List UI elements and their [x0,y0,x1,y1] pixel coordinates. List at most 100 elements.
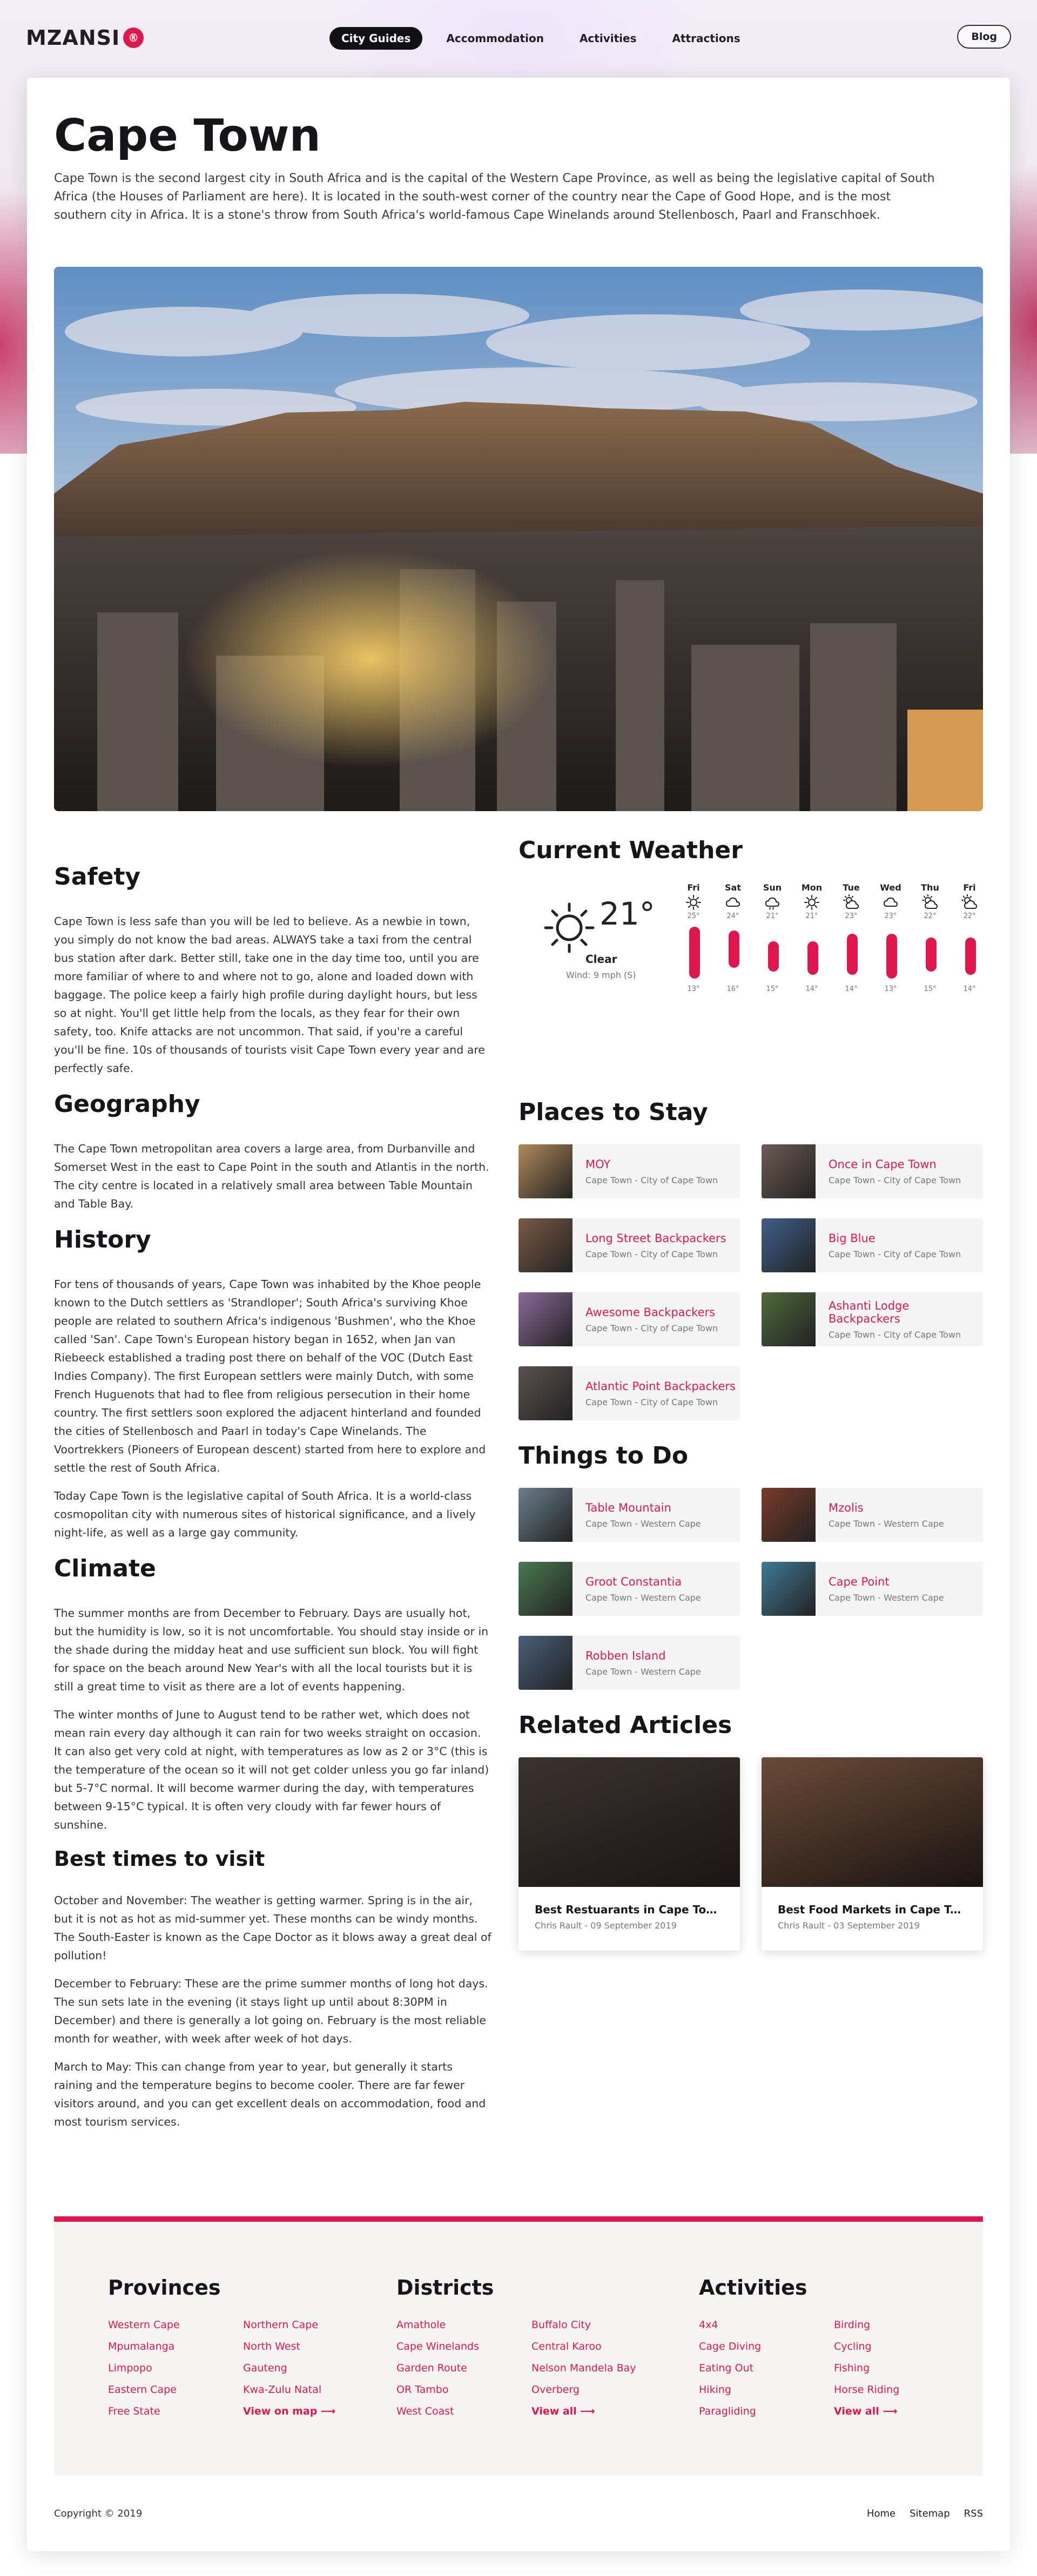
district-link[interactable]: Nelson Mandela Bay [531,2362,666,2374]
thing-to-do-item[interactable]: Robben Island Cape Town - Western Cape [518,1636,740,1690]
place-to-stay-location: Cape Town - City of Cape Town [585,1249,718,1259]
thing-to-do-name[interactable]: Table Mountain [585,1501,701,1514]
forecast-high: 23° [884,912,897,920]
activity-link[interactable]: Cycling [834,2341,969,2352]
place-to-stay-item[interactable]: Big Blue Cape Town - City of Cape Town [762,1218,983,1272]
thing-to-do-thumbnail [518,1636,573,1690]
thing-to-do-name[interactable]: Mzolis [829,1501,944,1514]
district-link[interactable]: View all ⟶ [531,2405,666,2417]
copyright: Copyright © 2019 [54,2508,143,2519]
place-to-stay-item[interactable]: Once in Cape Town Cape Town - City of Cap… [762,1144,983,1198]
thing-to-do-item[interactable]: Table Mountain Cape Town - Western Cape [518,1488,740,1542]
forecast-day: Thu 22° 15° [917,882,944,1012]
province-link[interactable]: Limpopo [108,2362,243,2374]
thing-to-do-item[interactable]: Mzolis Cape Town - Western Cape [762,1488,983,1542]
thing-to-do-thumbnail [762,1562,816,1616]
place-to-stay-name[interactable]: Atlantic Point Backpackers [585,1380,736,1393]
forecast-day-icon [798,893,825,912]
place-to-stay-name[interactable]: Long Street Backpackers [585,1232,726,1245]
activity-link[interactable]: Hiking [699,2384,834,2396]
thing-to-do-thumbnail [518,1562,573,1616]
province-link[interactable]: Western Cape [108,2319,243,2331]
place-to-stay-name[interactable]: Awesome Backpackers [585,1306,718,1319]
nav-city-guides[interactable]: City Guides [329,27,423,50]
district-link[interactable]: West Coast [396,2405,531,2417]
place-to-stay-thumbnail [762,1218,816,1272]
footer-sitemap-link[interactable]: Sitemap [910,2508,950,2519]
district-link[interactable]: Central Karoo [531,2341,666,2352]
provinces-column: Provinces Western Cape Northern Cape Mpuma… [108,2276,378,2417]
thing-to-do-name[interactable]: Robben Island [585,1649,701,1662]
place-to-stay-item[interactable]: Atlantic Point Backpackers Cape Town - Ci… [518,1366,740,1420]
district-link[interactable]: OR Tambo [396,2384,531,2396]
forecast-range-bar [689,927,700,979]
nav-accommodation[interactable]: Accommodation [434,27,556,50]
districts-column: Districts Amathole Buffalo City Cape Winel… [396,2276,666,2417]
logo[interactable]: MZANSI ® [26,26,144,50]
province-link[interactable]: Kwa-Zulu Natal [243,2384,378,2396]
district-link[interactable]: Cape Winelands [396,2341,531,2352]
district-link[interactable]: Overberg [531,2384,666,2396]
district-link[interactable]: Buffalo City [531,2319,666,2331]
places-to-stay-heading: Places to Stay [518,1098,708,1126]
province-link[interactable]: North West [243,2341,378,2352]
nav-attractions[interactable]: Attractions [660,27,752,50]
place-to-stay-item[interactable]: Awesome Backpackers Cape Town - City of C… [518,1292,740,1346]
place-to-stay-item[interactable]: Ashanti Lodge Backpackers Cape Town - Cit… [762,1292,983,1346]
province-link[interactable]: Mpumalanga [108,2341,243,2352]
province-link[interactable]: Free State [108,2405,243,2417]
article-card[interactable]: Best Food Markets in Cape Town Chris Raul… [762,1757,983,1951]
activity-link[interactable]: Eating Out [699,2362,834,2374]
place-to-stay-thumbnail [518,1292,573,1346]
footer-links: Provinces Western Cape Northern Cape Mpuma… [54,2216,983,2476]
footer-rss-link[interactable]: RSS [964,2508,983,2519]
place-to-stay-name[interactable]: MOY [585,1158,718,1171]
article-title[interactable]: Best Food Markets in Cape Town [778,1903,967,1916]
forecast-range-bar [807,941,818,975]
activity-link[interactable]: Fishing [834,2362,969,2374]
activity-link[interactable]: Paragliding [699,2405,834,2417]
thing-to-do-thumbnail [762,1488,816,1542]
best-times-text-3: March to May: This can change from year … [54,2060,486,2128]
blog-button[interactable]: Blog [957,25,1011,49]
forecast-day-icon [759,893,786,912]
forecast-range [759,920,786,985]
places-to-stay-list: MOY Cape Town - City of Cape Town Once in … [518,1144,983,1420]
activity-link[interactable]: View all ⟶ [834,2405,969,2417]
activity-link[interactable]: Cage Diving [699,2341,834,2352]
place-to-stay-name[interactable]: Big Blue [829,1232,961,1245]
thing-to-do-name[interactable]: Cape Point [829,1575,944,1588]
forecast-day-icon [877,893,904,912]
geography-text: The Cape Town metropolitan area covers a… [54,1142,489,1210]
intro-paragraph: Cape Town is the second largest city in … [54,172,935,222]
sidebar: Current Weather 21° Clear Wind: 9 mph (S… [518,837,983,1951]
place-to-stay-item[interactable]: MOY Cape Town - City of Cape Town [518,1144,740,1198]
activity-link[interactable]: 4x4 [699,2319,834,2331]
related-articles-heading: Related Articles [518,1711,732,1739]
place-to-stay-location: Cape Town - City of Cape Town [585,1397,718,1407]
main-card: Cape Town Cape Town is the second larges… [27,78,1010,2551]
thing-to-do-item[interactable]: Groot Constantia Cape Town - Western Cape [518,1562,740,1616]
district-link[interactable]: Garden Route [396,2362,531,2374]
nav-activities[interactable]: Activities [568,27,649,50]
forecast-range [719,920,746,985]
footer-home-link[interactable]: Home [867,2508,895,2519]
thing-to-do-name[interactable]: Groot Constantia [585,1575,701,1588]
thing-to-do-item[interactable]: Cape Point Cape Town - Western Cape [762,1562,983,1616]
place-to-stay-name[interactable]: Once in Cape Town [829,1158,961,1171]
province-link[interactable]: Gauteng [243,2362,378,2374]
things-to-do-heading: Things to Do [518,1442,689,1469]
province-link[interactable]: Eastern Cape [108,2384,243,2396]
province-link[interactable]: Northern Cape [243,2319,378,2331]
place-to-stay-item[interactable]: Long Street Backpackers Cape Town - City … [518,1218,740,1272]
place-to-stay-name[interactable]: Ashanti Lodge Backpackers [829,1299,983,1325]
article-image [762,1757,983,1887]
activity-link[interactable]: Birding [834,2319,969,2331]
article-title[interactable]: Best Restuarants in Cape Town - Ultimate… [535,1903,724,1916]
forecast-day-name: Fri [963,882,976,893]
activity-link[interactable]: Horse Riding [834,2384,969,2396]
district-link[interactable]: Amathole [396,2319,531,2331]
forecast-day-name: Fri [687,882,700,893]
province-link[interactable]: View on map ⟶ [243,2405,378,2417]
article-card[interactable]: Best Restuarants in Cape Town - Ultimate… [518,1757,740,1951]
